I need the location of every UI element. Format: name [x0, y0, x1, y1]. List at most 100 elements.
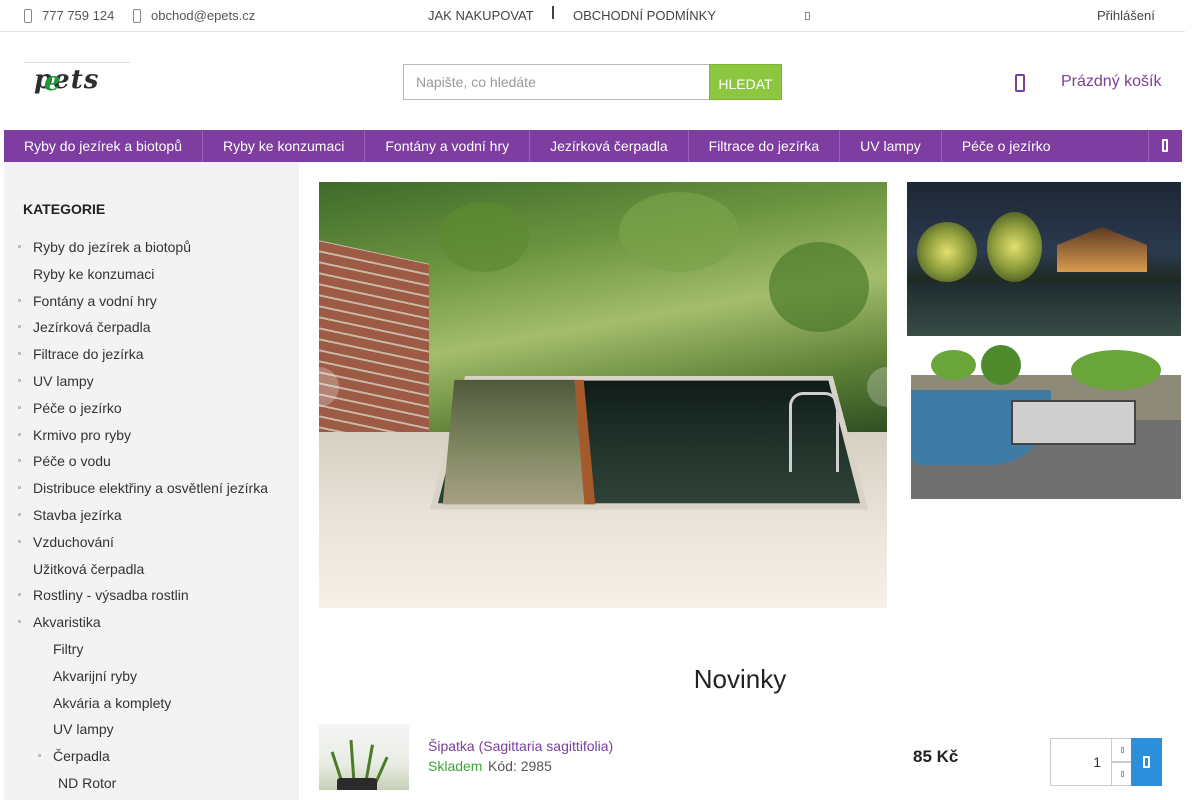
sidebar-title: KATEGORIE: [23, 201, 106, 217]
sidebar-item-label: Stavba jezírka: [33, 507, 122, 523]
email-contact[interactable]: obchod@epets.cz: [133, 8, 255, 23]
banner-tree: [917, 222, 977, 282]
hero-leaf: [769, 242, 869, 332]
sidebar-item-label: Jezírková čerpadla: [33, 319, 151, 336]
banner-water: [907, 282, 1181, 336]
phone-number: 777 759 124: [42, 8, 115, 23]
sidebar-item[interactable]: Akvarijní ryby: [53, 668, 137, 684]
quantity-increase-button[interactable]: [1111, 738, 1133, 762]
sidebar-item-label: Užitková čerpadla: [33, 560, 145, 577]
sidebar-item-label: Distribuce elektřiny a osvětlení jezírka: [33, 480, 268, 497]
menu-icon: [1162, 139, 1168, 152]
nav-item-uv-lamps[interactable]: UV lampy: [840, 130, 942, 162]
sidebar-item[interactable]: Jezírková čerpadla: [18, 319, 151, 336]
topbar-separator: [552, 6, 554, 19]
add-to-cart-button[interactable]: [1131, 738, 1162, 786]
login-link[interactable]: Přihlášení: [1097, 8, 1155, 23]
chevron-down-icon[interactable]: [805, 12, 810, 20]
search-button[interactable]: HLEDAT: [709, 64, 782, 100]
sidebar-item[interactable]: Fontány a vodní hry: [18, 293, 157, 309]
chevron-up-icon: [1121, 747, 1124, 753]
sidebar-item[interactable]: Distribuce elektřiny a osvětlení jezírka: [18, 480, 268, 497]
phone-icon: [24, 8, 32, 23]
sidebar-item[interactable]: Ryby do jezírek a biotopů: [18, 239, 191, 255]
sidebar-item[interactable]: Čerpadla: [38, 748, 110, 765]
hero-banner[interactable]: [319, 182, 887, 608]
sidebar-item[interactable]: UV lampy: [18, 373, 94, 389]
sidebar-item[interactable]: Užitková čerpadla: [33, 561, 144, 577]
news-heading: Novinky: [693, 664, 787, 694]
banner-house: [1057, 227, 1147, 272]
sidebar-item-label: ND Rotor: [58, 775, 117, 791]
sidebar-item[interactable]: Stavba jezírka: [18, 507, 122, 523]
sidebar-item[interactable]: Péče o vodu: [18, 453, 111, 470]
hero-pool-shelf: [442, 379, 596, 505]
chevron-down-icon: [1121, 771, 1124, 777]
sidebar-item[interactable]: Rostliny - výsadba rostlin: [18, 587, 189, 604]
main-nav: Ryby do jezírek a biotopů Ryby ke konzum…: [4, 130, 1182, 162]
sidebar-item-label: Filtrace do jezírka: [33, 346, 144, 363]
side-banner-pond-diagram[interactable]: [911, 345, 1181, 499]
link-how-to-buy[interactable]: JAK NAKUPOVAT: [428, 8, 534, 23]
sidebar-item[interactable]: Péče o jezírko: [18, 400, 122, 416]
banner-tree: [987, 212, 1042, 282]
sidebar-item[interactable]: ND Rotor: [58, 775, 116, 791]
sidebar-item[interactable]: Vzduchování: [18, 534, 114, 550]
search-bar: HLEDAT: [403, 64, 782, 100]
sidebar-item-label: Akvarijní ryby: [53, 667, 138, 684]
product-code: Kód: 2985: [488, 758, 552, 774]
product-name-link[interactable]: Šipatka (Sagittaria sagittifolia): [428, 738, 613, 754]
sidebar-item[interactable]: Krmivo pro ryby: [18, 427, 131, 443]
sidebar-item[interactable]: Ryby ke konzumaci: [33, 266, 154, 282]
sidebar-item[interactable]: Akvaristika: [18, 614, 101, 630]
bullet-icon: [18, 379, 21, 382]
nav-item-pond-pumps[interactable]: Jezírková čerpadla: [530, 130, 689, 162]
nav-item-fountains[interactable]: Fontány a vodní hry: [365, 130, 531, 162]
diagram-plant: [1071, 350, 1161, 390]
hero-pool-rail: [789, 392, 839, 472]
sidebar-item[interactable]: Filtrace do jezírka: [18, 346, 144, 363]
bullet-icon: [18, 245, 21, 248]
hero-leaf: [619, 192, 739, 272]
sidebar-item-label: Čerpadla: [53, 748, 110, 765]
sidebar-item-label: Akvária a komplety: [53, 694, 172, 711]
email-address: obchod@epets.cz: [151, 8, 256, 23]
quantity-decrease-button[interactable]: [1111, 762, 1133, 786]
search-input[interactable]: [403, 64, 709, 100]
stock-status: Skladem: [428, 758, 483, 774]
sidebar-item[interactable]: UV lampy: [53, 721, 114, 737]
nav-item-filtration[interactable]: Filtrace do jezírka: [689, 130, 841, 162]
cart-icon: [1143, 756, 1150, 768]
sidebar-item[interactable]: Filtry: [53, 641, 83, 657]
quantity-input[interactable]: [1050, 738, 1112, 786]
cart-icon[interactable]: [1015, 74, 1025, 92]
cart-link[interactable]: Prázdný košík: [1061, 73, 1161, 91]
product-image[interactable]: [319, 724, 409, 790]
diagram-plant: [981, 345, 1021, 385]
nav-item-pond-fish[interactable]: Ryby do jezírek a biotopů: [4, 130, 203, 162]
phone-contact[interactable]: 777 759 124: [24, 8, 114, 23]
nav-item-pond-care[interactable]: Péče o jezírko: [942, 130, 1071, 162]
sidebar-item-label: Rostliny - výsadba rostlin: [33, 587, 189, 604]
logo-text: e pets: [34, 65, 100, 97]
bullet-icon: [18, 539, 21, 543]
top-bar: 777 759 124 obchod@epets.cz JAK NAKUPOVA…: [0, 0, 1185, 32]
bullet-icon: [18, 432, 21, 436]
nav-item-food-fish[interactable]: Ryby ke konzumaci: [203, 130, 366, 162]
product-price: 85 Kč: [913, 747, 959, 766]
sidebar-item-label: UV lampy: [53, 721, 114, 738]
bullet-icon: [18, 298, 21, 302]
link-terms[interactable]: OBCHODNÍ PODMÍNKY: [573, 8, 716, 23]
product-image-pot: [337, 778, 377, 790]
bullet-icon: [18, 405, 21, 409]
site-logo[interactable]: e pets: [24, 62, 130, 98]
sidebar-item-label: Ryby ke konzumaci: [33, 265, 155, 282]
nav-more-button[interactable]: [1148, 130, 1182, 162]
diagram-filter-box: [1011, 400, 1136, 445]
sidebar-item-label: Ryby do jezírek a biotopů: [33, 239, 191, 255]
side-banner-night-pond[interactable]: [907, 182, 1181, 336]
envelope-icon: [133, 8, 141, 23]
sidebar-item-label: Péče o vodu: [33, 453, 111, 470]
diagram-plant: [931, 350, 976, 380]
sidebar-item[interactable]: Akvária a komplety: [53, 695, 171, 711]
